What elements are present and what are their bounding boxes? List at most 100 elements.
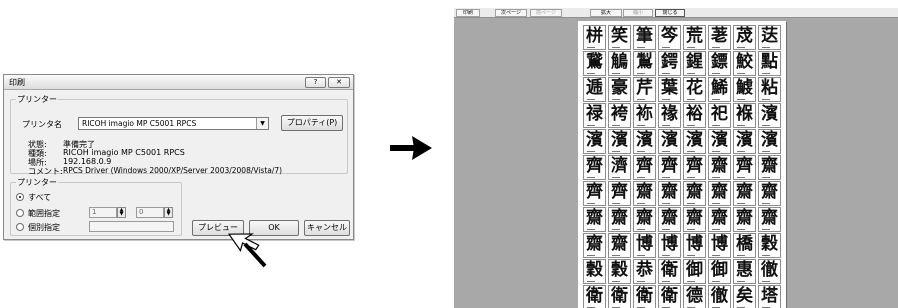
character-cell: 矣 <box>733 285 756 308</box>
character-cell: 齊 <box>683 155 706 180</box>
character-cell: 濱 <box>733 129 756 154</box>
character-cell: 葉 <box>658 77 681 102</box>
location-value: 192.168.0.9 <box>63 157 112 166</box>
character-cell: 濟 <box>608 155 631 180</box>
printer-group-label: プリンター <box>16 94 58 105</box>
character-cell: 荖 <box>708 25 731 50</box>
character-cell: 齋 <box>733 181 756 206</box>
preview-print-button[interactable]: 印刷 <box>456 9 480 17</box>
character-cell: 齋 <box>758 181 781 206</box>
right-arrow-icon <box>390 136 432 160</box>
character-cell: 豪 <box>608 77 631 102</box>
character-cell: 齋 <box>583 233 606 258</box>
character-cell: 齊 <box>733 155 756 180</box>
print-range-group: プリンター すべて 範囲指定 1 ▲ ▼ 0 ▲ ▼ 個別指定 <box>10 177 182 236</box>
range-all-radio[interactable] <box>16 193 24 201</box>
character-cell: 齋 <box>683 181 706 206</box>
character-cell: 穀 <box>583 259 606 284</box>
character-cell: 點 <box>758 51 781 76</box>
character-cell: 濱 <box>658 129 681 154</box>
character-cell: 逓 <box>583 77 606 102</box>
comment-label: コメント: <box>28 167 63 176</box>
character-cell: 御 <box>683 259 706 284</box>
character-cell: 德 <box>683 285 706 308</box>
character-cell: 齊 <box>583 181 606 206</box>
printer-name-select[interactable]: RICOH imagio MP C5001 RPCS ▼ <box>78 117 269 130</box>
range-from-input[interactable]: 1 <box>89 207 117 218</box>
character-cell: 祀 <box>708 103 731 128</box>
preview-close-button[interactable]: 閉じる <box>655 9 685 17</box>
character-cell: 鍔 <box>658 51 681 76</box>
chevron-down-icon[interactable]: ▼ <box>256 118 268 129</box>
character-cell: 濱 <box>633 129 656 154</box>
character-cell: 齋 <box>708 207 731 232</box>
properties-button[interactable]: プロパティ(P) <box>281 115 343 131</box>
character-cell: 粘 <box>758 77 781 102</box>
character-cell: 袴 <box>608 103 631 128</box>
range-to-spinner[interactable]: ▲ ▼ <box>164 207 173 218</box>
dialog-title: 印刷 <box>9 78 25 87</box>
character-cell: 濱 <box>683 129 706 154</box>
preview-toolbar: 印刷 次ページ 前ページ 拡大 縮小 閉じる <box>454 8 898 18</box>
character-cell: 濱 <box>583 129 606 154</box>
character-cell: 齋 <box>758 207 781 232</box>
character-cell: 袮 <box>633 103 656 128</box>
character-cell: 塔 <box>758 285 781 308</box>
character-cell: 衛 <box>583 285 606 308</box>
character-cell: 衛 <box>658 259 681 284</box>
character-cell: 齋 <box>583 207 606 232</box>
character-cell: 齋 <box>608 207 631 232</box>
character-cell: 穀 <box>758 233 781 258</box>
close-button[interactable]: ✕ <box>328 77 350 88</box>
character-cell: 濱 <box>608 129 631 154</box>
character-cell: 博 <box>708 233 731 258</box>
character-cell: 鏢 <box>708 51 731 76</box>
preview-page: 栟笑筆笒荒荖荗荙鵞鵤鵥鍔鍟鏢鮫點逓豪芹葉花鯑鰬粘禄袴袮禒裕祀褓濱濱濱濱濱濱濱濱濱… <box>578 21 786 308</box>
character-cell: 栟 <box>583 25 606 50</box>
range-individual-label: 個別指定 <box>28 223 60 232</box>
type-value: RICOH imagio MP C5001 RPCS <box>63 148 185 157</box>
character-cell: 博 <box>633 233 656 258</box>
character-cell: 齊 <box>658 155 681 180</box>
character-cell: 博 <box>658 233 681 258</box>
character-cell: 裕 <box>683 103 706 128</box>
character-cell: 衛 <box>633 285 656 308</box>
character-cell: 褓 <box>733 103 756 128</box>
character-grid: 栟笑筆笒荒荖荗荙鵞鵤鵥鍔鍟鏢鮫點逓豪芹葉花鯑鰬粘禄袴袮禒裕祀褓濱濱濱濱濱濱濱濱濱… <box>583 25 781 308</box>
character-cell: 齋 <box>658 181 681 206</box>
character-cell: 鵤 <box>608 51 631 76</box>
range-from-spinner[interactable]: ▲ ▼ <box>117 207 126 218</box>
character-cell: 齋 <box>733 207 756 232</box>
range-all-label: すべて <box>28 193 52 202</box>
character-cell: 鍟 <box>683 51 706 76</box>
preview-zoom-out-button[interactable]: 縮小 <box>623 9 653 17</box>
character-cell: 鰬 <box>733 77 756 102</box>
character-cell: 齋 <box>683 207 706 232</box>
character-cell: 濱 <box>708 129 731 154</box>
help-button[interactable]: ? <box>305 77 326 88</box>
print-dialog: 印刷 ? ✕ プリンター プリンタ名 RICOH imagio MP C5001… <box>3 74 354 240</box>
character-cell: 齊 <box>633 155 656 180</box>
character-cell: 衛 <box>608 285 631 308</box>
character-cell: 齊 <box>608 181 631 206</box>
character-cell: 橋 <box>733 233 756 258</box>
preview-next-page-button[interactable]: 次ページ <box>495 9 527 17</box>
character-cell: 衛 <box>658 285 681 308</box>
preview-zoom-in-button[interactable]: 拡大 <box>590 9 622 17</box>
cancel-button[interactable]: キャンセル <box>304 220 350 236</box>
range-to-input[interactable]: 0 <box>136 207 164 218</box>
character-cell: 齋 <box>633 181 656 206</box>
range-pages-radio[interactable] <box>16 209 24 217</box>
preview-prev-page-button[interactable]: 前ページ <box>530 9 562 17</box>
character-cell: 齋 <box>633 207 656 232</box>
character-cell: 禄 <box>583 103 606 128</box>
printer-name-label: プリンタ名 <box>22 120 62 129</box>
individual-pages-input[interactable] <box>89 221 174 232</box>
character-cell: 徹 <box>758 259 781 284</box>
character-cell: 穀 <box>608 259 631 284</box>
comment-value: RPCS Driver (Windows 2000/XP/Server 2003… <box>63 166 283 175</box>
range-individual-radio[interactable] <box>16 223 24 231</box>
character-cell: 博 <box>683 233 706 258</box>
range-pages-label: 範囲指定 <box>28 209 60 218</box>
character-cell: 徹 <box>708 285 731 308</box>
